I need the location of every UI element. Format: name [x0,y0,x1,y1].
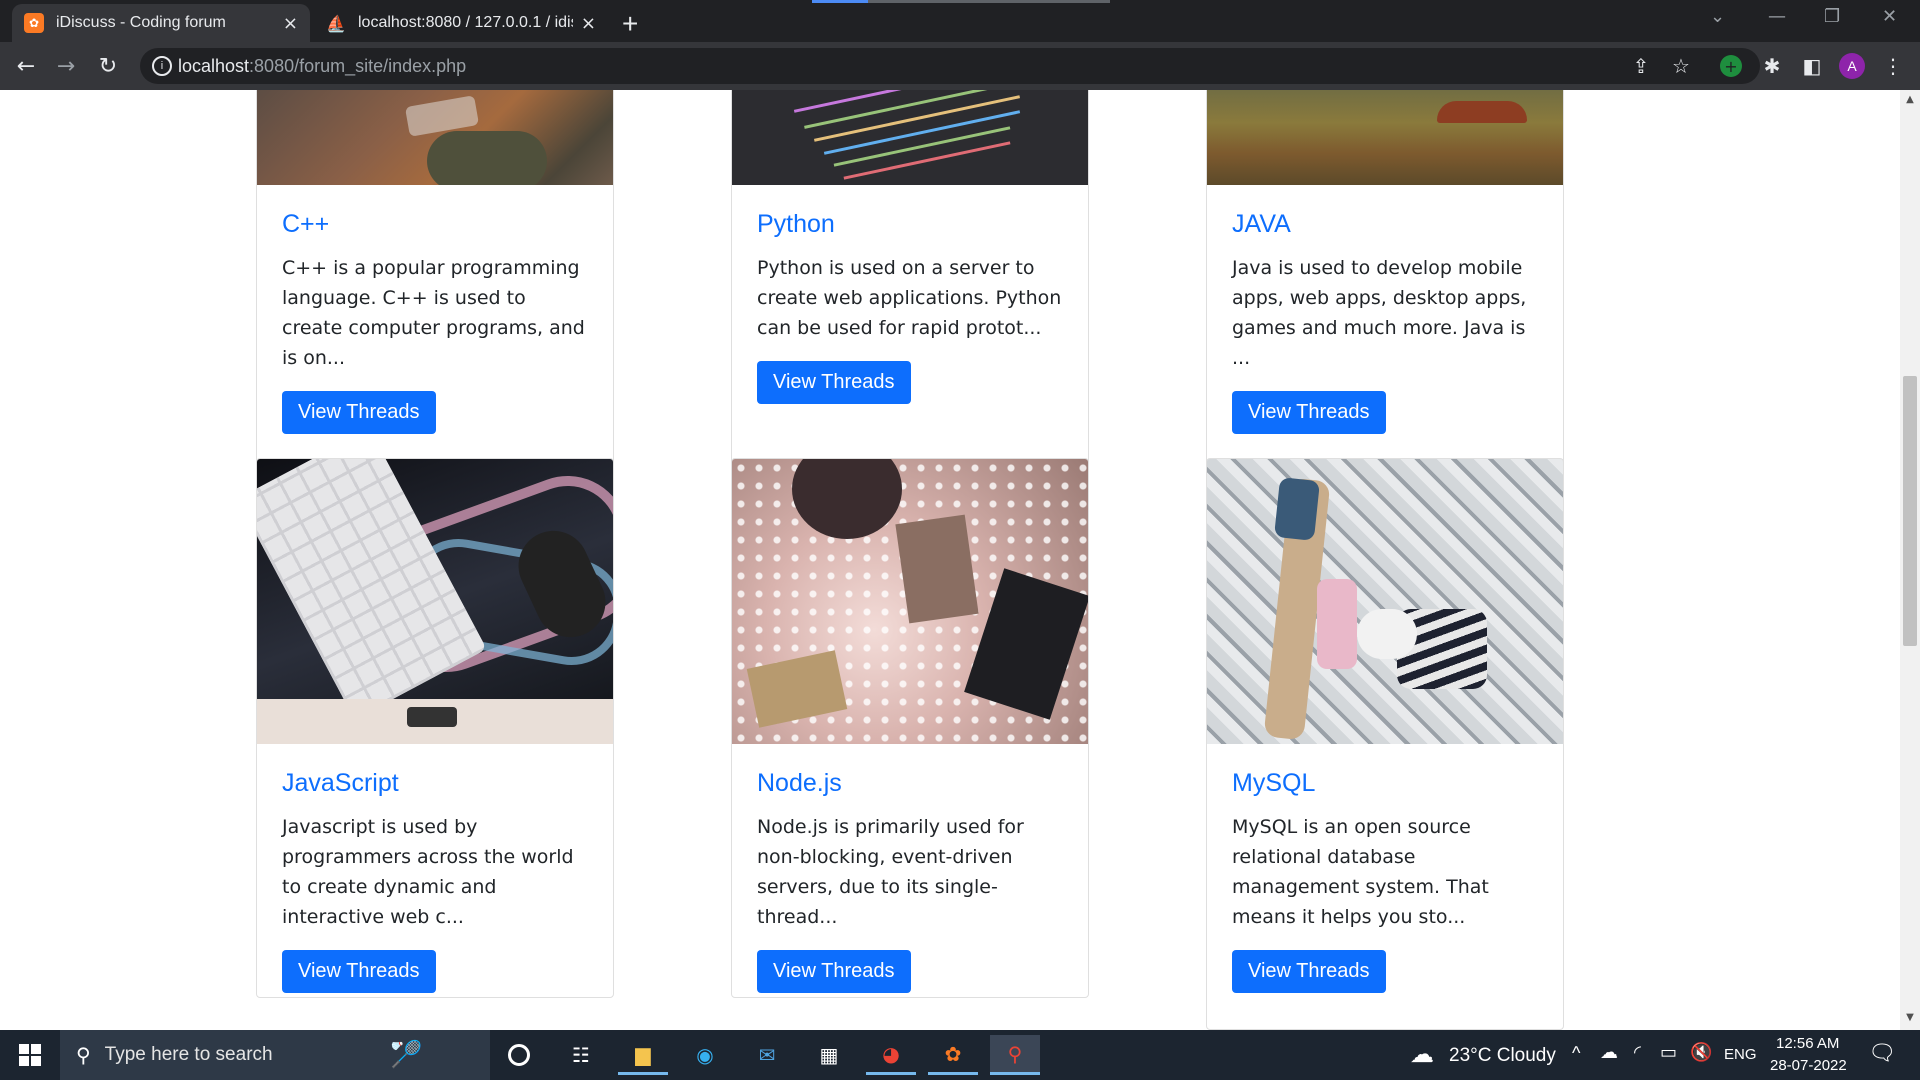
search-placeholder: Type here to search [104,1044,273,1065]
tab-search-icon[interactable]: ⌄ [1710,6,1725,27]
chrome-icon[interactable]: ◕ [866,1035,916,1075]
search-highlight-icon[interactable]: 🏸 [390,1040,422,1070]
store-icon[interactable]: ▦ [804,1035,854,1075]
browser-tab-bar: ✿ iDiscuss - Coding forum × ⛵ localhost:… [0,0,1920,42]
tab-idiscuss[interactable]: ✿ iDiscuss - Coding forum × [12,4,310,42]
tab-phpmyadmin[interactable]: ⛵ localhost:8080 / 127.0.0.1 / idiscu × [314,4,608,42]
start-button[interactable] [0,1030,60,1080]
back-icon[interactable]: ← [10,50,42,82]
tab-title: localhost:8080 / 127.0.0.1 / idiscu [358,14,573,31]
card-image [1207,459,1563,744]
card-image [732,459,1088,744]
battery-icon[interactable]: ▭ [1660,1042,1677,1063]
card-title: MySQL [1232,769,1316,797]
close-window-button[interactable]: ✕ [1882,6,1897,27]
xampp-taskbar-icon[interactable]: ✿ [928,1035,978,1075]
close-icon[interactable]: × [283,13,298,34]
windows-logo-icon [19,1044,41,1066]
tray-chevron-icon[interactable]: ^ [1572,1043,1580,1064]
clock-time[interactable]: 12:56 AM [1776,1035,1839,1052]
site-info-icon[interactable]: i [152,56,172,76]
browser-toolbar: ← → ↻ i localhost:8080/forum_site/index.… [0,42,1920,90]
tab-title: iDiscuss - Coding forum [56,14,226,31]
card-title: JavaScript [282,769,399,797]
bookmark-star-icon[interactable]: ☆ [1668,53,1694,79]
restore-button[interactable]: ❐ [1824,6,1840,27]
view-threads-button[interactable]: View Threads [282,391,436,434]
view-threads-button[interactable]: View Threads [1232,391,1386,434]
card-text: Javascript is used by programmers across… [282,816,574,928]
card-text: Java is used to develop mobile apps, web… [1232,257,1527,369]
url-path: :8080/forum_site/index.php [249,56,467,76]
category-card-javascript: JavaScript Javascript is used by program… [256,458,614,998]
notification-icon[interactable]: 🗨 [1868,1040,1896,1066]
url-field[interactable]: i localhost:8080/forum_site/index.php [140,48,1760,84]
view-threads-button[interactable]: View Threads [757,361,911,404]
forward-icon[interactable]: → [50,50,82,82]
extensions-puzzle-icon[interactable]: ✱ [1759,53,1785,79]
side-panel-icon[interactable]: ◧ [1799,53,1825,79]
card-image [1207,90,1563,185]
reload-icon[interactable]: ↻ [92,50,124,82]
cortana-icon[interactable] [494,1035,544,1075]
onedrive-icon[interactable]: ☁ [1600,1042,1618,1063]
menu-kebab-icon[interactable]: ⋮ [1880,53,1906,79]
taskbar-search-box[interactable]: ⚲ Type here to search 🏸 [60,1030,490,1080]
view-threads-button[interactable]: View Threads [757,950,911,993]
scroll-down-icon[interactable]: ▼ [1903,1012,1917,1026]
search-icon: ⚲ [76,1043,91,1067]
card-text: Node.js is primarily used for non-blocki… [757,816,1024,928]
card-title: C++ [282,210,330,238]
xampp-icon: ✿ [24,13,44,33]
weather-cloud-icon[interactable]: ☁ [1410,1040,1434,1069]
card-title: JAVA [1232,210,1291,238]
phpmyadmin-icon: ⛵ [326,13,346,33]
new-tab-button[interactable]: + [622,8,638,40]
card-title: Node.js [757,769,842,797]
close-icon[interactable]: × [581,13,596,34]
category-card-nodejs: Node.js Node.js is primarily used for no… [731,458,1089,998]
extension-green-icon[interactable]: + [1720,55,1742,77]
share-icon[interactable]: ⇪ [1628,53,1654,79]
card-text: Python is used on a server to create web… [757,257,1062,339]
scroll-up-icon[interactable]: ▲ [1903,94,1917,108]
language-indicator[interactable]: ENG [1724,1046,1757,1063]
card-text: C++ is a popular programming language. C… [282,257,585,369]
minimize-button[interactable]: — [1768,6,1786,27]
windows-taskbar: ⚲ Type here to search 🏸 ☷ ▆ ◉ ✉ ▦ ◕ ✿ ⚲ … [0,1030,1920,1080]
card-title: Python [757,210,835,238]
tab-strip-indicator [812,0,868,3]
card-image [257,459,613,744]
app-pin-icon[interactable]: ⚲ [990,1035,1040,1075]
wifi-icon[interactable]: ◜ [1634,1042,1641,1063]
url-host: localhost [178,56,250,76]
url-text[interactable]: localhost:8080/forum_site/index.php [178,56,466,77]
mail-icon[interactable]: ✉ [742,1035,792,1075]
page-content: C++ C++ is a popular programming languag… [0,90,1900,1030]
scroll-thumb[interactable] [1903,376,1917,646]
edge-icon[interactable]: ◉ [680,1035,730,1075]
page-scrollbar[interactable]: ▲ ▼ [1900,90,1920,1030]
card-text: MySQL is an open source relational datab… [1232,816,1489,928]
clock-date[interactable]: 28-07-2022 [1770,1057,1847,1074]
tab-strip-indicator-track [868,0,1110,3]
task-view-icon[interactable]: ☷ [556,1035,606,1075]
category-card-mysql: MySQL MySQL is an open source relational… [1206,458,1564,1030]
file-explorer-icon[interactable]: ▆ [618,1035,668,1075]
view-threads-button[interactable]: View Threads [1232,950,1386,993]
profile-avatar[interactable]: A [1839,53,1865,79]
card-image [732,90,1088,185]
view-threads-button[interactable]: View Threads [282,950,436,993]
card-image [257,90,613,185]
volume-muted-icon[interactable]: 🔇 [1690,1042,1712,1063]
weather-text[interactable]: 23°C Cloudy [1449,1045,1556,1067]
